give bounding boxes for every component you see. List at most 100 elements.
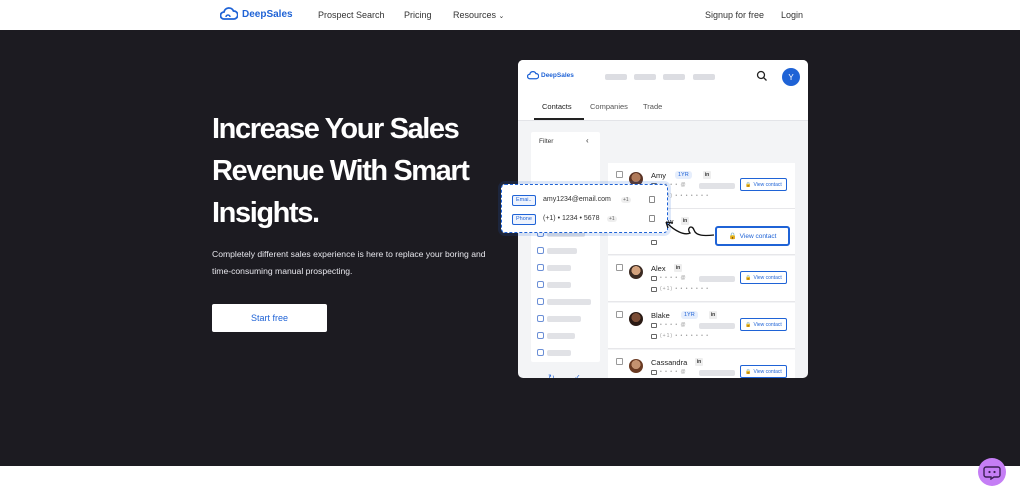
revealed-email[interactable]: amy1234@email.com (543, 196, 611, 203)
placeholder-bar (699, 370, 735, 376)
mockup-logo: DeepSales (527, 71, 574, 80)
start-free-button[interactable]: Start free (212, 304, 327, 332)
contact-name: Blake (651, 311, 670, 320)
lock-icon: 🔒 (745, 368, 752, 375)
filter-icon (537, 264, 544, 271)
check-circle-icon[interactable]: ✓ (574, 373, 581, 378)
contact-avatar (629, 312, 643, 326)
search-icon[interactable] (756, 70, 768, 82)
lock-icon: 🔒 (745, 321, 752, 328)
headline-line-3: Insights. (212, 197, 320, 229)
contact-card-cassandra: Cassandra in • • • • @ (+1) • • • • • • … (608, 350, 795, 378)
view-contact-button[interactable]: 🔒 View contact (740, 178, 787, 191)
contact-avatar (629, 359, 643, 373)
filter-bar (547, 333, 575, 339)
mockup-header: DeepSales Y (518, 60, 808, 93)
view-contact-label: View contact (753, 321, 782, 328)
row-checkbox[interactable] (616, 264, 623, 271)
filter-icon (537, 315, 544, 322)
refresh-icon[interactable]: ↻ (548, 373, 555, 378)
view-contact-button[interactable]: 🔒 View contact (740, 318, 787, 331)
view-contact-label: View contact (753, 368, 782, 375)
linkedin-icon[interactable]: in (703, 171, 711, 179)
phone-icon (651, 240, 657, 245)
filter-row[interactable] (537, 331, 597, 341)
masked-phone: (+1) • • • • • • • (660, 333, 710, 339)
email-row: • • • • @ (651, 275, 746, 283)
filter-icon (537, 349, 544, 356)
mockup-tabs: Contacts Companies Trade (518, 93, 808, 121)
cloud-logo-icon (220, 7, 238, 20)
contact-card-alex: Alex in • • • • @ (+1) • • • • • • • 🔒 Vi… (608, 256, 795, 302)
login-link[interactable]: Login (781, 10, 803, 20)
phone-tag: Phone (512, 214, 536, 225)
subtext-line-2: time-consuming manual prospecting. (212, 265, 353, 276)
linkedin-icon[interactable]: in (695, 358, 703, 366)
mail-icon (651, 370, 657, 375)
masked-email: • • • • @ (660, 369, 687, 375)
top-nav: DeepSales Prospect Search Pricing Resour… (0, 0, 1020, 30)
placeholder-pill (663, 74, 685, 80)
row-checkbox[interactable] (616, 171, 623, 178)
tab-contacts[interactable]: Contacts (542, 102, 572, 111)
filter-row[interactable] (537, 280, 597, 290)
contact-name: Alex (651, 264, 666, 273)
user-avatar[interactable]: Y (782, 68, 800, 86)
lock-icon: 🔒 (745, 181, 752, 188)
masked-email: • • • • @ (660, 275, 687, 281)
contact-avatar (629, 265, 643, 279)
view-contact-button[interactable]: 🔒 View contact (740, 271, 787, 284)
lock-icon: 🔒 (745, 274, 752, 281)
email-count-badge: +1 (621, 197, 631, 203)
nav-link-resources[interactable]: Resources ⌄ (453, 10, 504, 20)
tab-trade[interactable]: Trade (643, 102, 662, 111)
cloud-logo-icon (527, 71, 539, 80)
nav-link-prospect-search[interactable]: Prospect Search (318, 10, 385, 20)
nav-link-resources-label: Resources (453, 10, 497, 20)
filter-bar (547, 282, 571, 288)
row-checkbox[interactable] (616, 311, 623, 318)
placeholder-pill (693, 74, 715, 80)
filter-row[interactable] (537, 297, 597, 307)
view-contact-button[interactable]: 🔒 View contact (740, 365, 787, 378)
revealed-phone[interactable]: (+1) • 1234 • 5678 (543, 215, 599, 222)
contact-card-blake: Blake 1YR in • • • • @ (+1) • • • • • • … (608, 303, 795, 349)
masked-email: • • • • @ (660, 322, 687, 328)
linkedin-icon[interactable]: in (709, 311, 717, 319)
placeholder-bar (699, 323, 735, 329)
copy-icon[interactable] (649, 196, 655, 203)
chevron-left-icon[interactable]: ‹ (586, 136, 589, 145)
tab-companies[interactable]: Companies (590, 102, 628, 111)
page-bottom (0, 466, 1020, 500)
filter-icon (537, 298, 544, 305)
filter-bar (547, 350, 571, 356)
filter-title: Filter (539, 138, 554, 145)
row-checkbox[interactable] (616, 358, 623, 365)
phone-count-badge: +1 (607, 216, 617, 222)
filter-row[interactable] (537, 246, 597, 256)
signup-link[interactable]: Signup for free (705, 10, 764, 20)
filter-row[interactable] (537, 314, 597, 324)
headline-line-1: Increase Your Sales (212, 113, 460, 145)
filter-bar (547, 248, 577, 254)
copy-icon[interactable] (649, 215, 655, 222)
nav-link-pricing[interactable]: Pricing (404, 10, 432, 20)
placeholder-pill (605, 74, 627, 80)
tenure-badge: 1YR (675, 171, 692, 179)
linkedin-icon[interactable]: in (674, 264, 682, 272)
subtext-line-1: Completely different sales experience is… (212, 249, 486, 259)
brand-logo[interactable]: DeepSales (220, 7, 293, 21)
filter-icon (537, 281, 544, 288)
view-contact-label: View contact (753, 274, 782, 281)
view-contact-button-highlight[interactable]: 🔒 View contact (715, 226, 790, 246)
lock-icon: 🔒 (728, 233, 737, 240)
active-tab-indicator (534, 118, 584, 120)
filter-row[interactable] (537, 263, 597, 273)
email-row: • • • • @ (651, 369, 746, 377)
filter-row[interactable] (537, 348, 597, 358)
view-contact-label: View contact (753, 181, 782, 188)
mail-icon (651, 276, 657, 281)
chat-bot-glyph (983, 466, 1001, 480)
chat-bot-icon[interactable] (978, 458, 1006, 486)
filter-icon (537, 332, 544, 339)
